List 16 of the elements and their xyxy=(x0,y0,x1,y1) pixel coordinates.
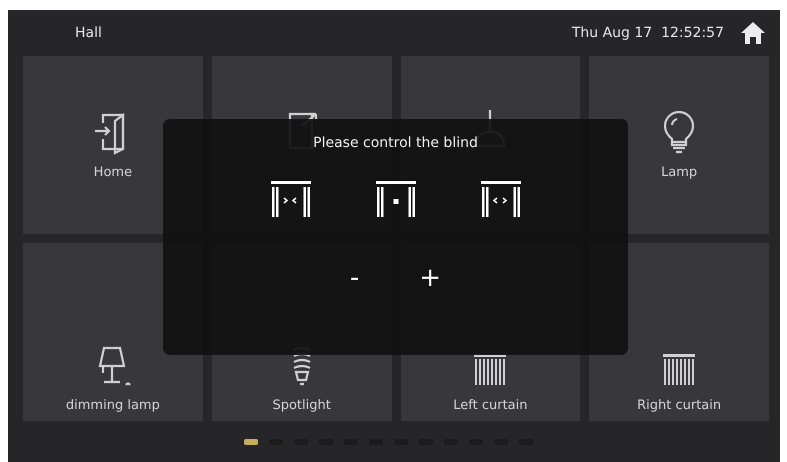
dialog-title: Please control the blind xyxy=(313,135,478,151)
device-label: Spotlight xyxy=(272,398,331,413)
date-time: Thu Aug 17 12:52:57 xyxy=(572,24,724,40)
curtain-open-button[interactable] xyxy=(480,181,520,217)
curtain-stop-button[interactable] xyxy=(376,181,416,217)
step-button[interactable]: + xyxy=(413,265,448,291)
device-label: Lamp xyxy=(661,164,698,180)
device-label: Right curtain xyxy=(637,398,722,413)
page-indicator[interactable] xyxy=(244,438,258,444)
device-label: Left curtain xyxy=(453,398,528,413)
room-title: Hall xyxy=(75,24,103,40)
step-button[interactable]: - xyxy=(344,265,366,291)
device-label: Home xyxy=(94,164,132,180)
curtain-close-button[interactable] xyxy=(270,181,310,217)
device-label: dimming lamp xyxy=(66,398,160,413)
home-icon[interactable] xyxy=(740,20,766,44)
